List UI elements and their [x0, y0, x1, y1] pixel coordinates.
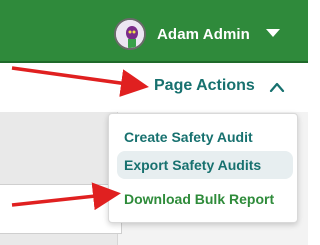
chevron-up-icon[interactable]	[269, 82, 285, 92]
user-name[interactable]: Adam Admin	[157, 26, 250, 43]
user-avatar[interactable]	[114, 18, 146, 50]
page-actions-button[interactable]: Page Actions	[154, 77, 255, 95]
menu-item-export-safety-audits[interactable]: Export Safety Audits	[117, 151, 293, 179]
chevron-down-icon[interactable]	[266, 28, 280, 38]
page-actions-dropdown: Create Safety Audit Export Safety Audits…	[108, 113, 298, 223]
menu-item-download-bulk-report[interactable]: Download Bulk Report	[117, 185, 293, 213]
content-field	[0, 184, 122, 234]
menu-item-create-safety-audit[interactable]: Create Safety Audit	[117, 123, 293, 151]
top-header-bar	[0, 0, 308, 63]
